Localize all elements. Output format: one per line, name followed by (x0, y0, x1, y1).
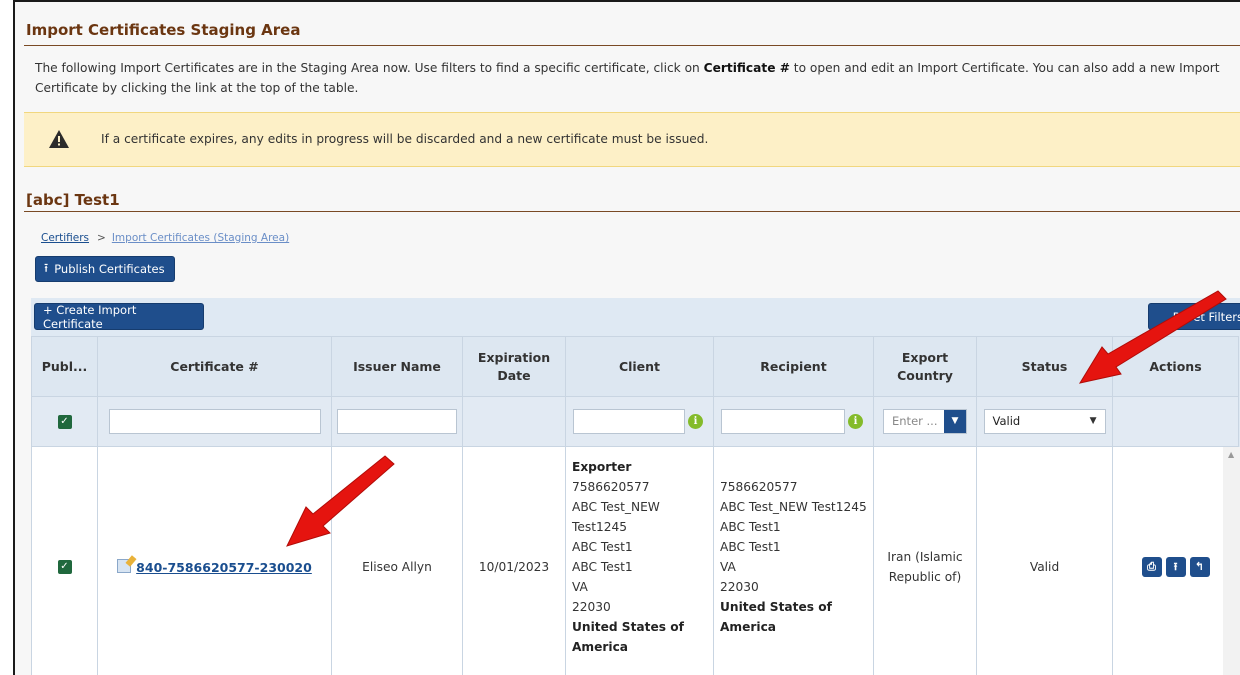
table-header-row: Publ... Certificate # Issuer Name Expira… (31, 336, 1239, 397)
title-divider (24, 45, 1240, 46)
chevron-down-icon[interactable]: ▼ (944, 410, 966, 433)
client-line: 22030 (572, 600, 611, 614)
recipient-country: United States of America (720, 600, 832, 634)
header-issuer[interactable]: Issuer Name (331, 336, 463, 397)
certificate-number-link[interactable]: 840-7586620577-230020 (136, 560, 312, 575)
intro-text-part1: The following Import Certificates are in… (35, 61, 704, 75)
recipient-line: 7586620577 (720, 480, 798, 494)
app-frame: Import Certificates Staging Area The fol… (13, 0, 1240, 675)
issuer-filter-input[interactable] (337, 409, 457, 434)
status-filter-select[interactable]: Valid ▼ (983, 409, 1106, 434)
edit-document-icon (117, 558, 132, 573)
client-line: 7586620577 (572, 480, 650, 494)
certificates-table: Publ... Certificate # Issuer Name Expira… (31, 336, 1239, 675)
expiry-alert: If a certificate expires, any edits in p… (24, 112, 1240, 167)
scroll-up-icon[interactable]: ▲ (1228, 450, 1234, 459)
expiration-filter-empty (462, 396, 566, 447)
status-cell: Valid (976, 446, 1113, 675)
recipient-filter-input[interactable] (721, 409, 845, 434)
actions-filter-empty (1112, 396, 1239, 447)
client-line: ABC Test1 (572, 560, 633, 574)
warning-icon (49, 130, 69, 148)
intro-text: The following Import Certificates are in… (35, 58, 1230, 98)
info-icon[interactable]: i (848, 414, 863, 429)
issuer-cell: Eliseo Allyn (331, 446, 463, 675)
expiration-cell: 10/01/2023 (462, 446, 566, 675)
alert-message: If a certificate expires, any edits in p… (101, 132, 709, 146)
create-button-label: + Create Import Certificate (43, 302, 137, 331)
breadcrumb-current[interactable]: Import Certificates (Staging Area) (112, 232, 289, 244)
actions-cell: ⎙ ⭱ ↰ (1112, 446, 1239, 675)
header-export-country[interactable]: Export Country (873, 336, 977, 397)
client-line: ABC Test_NEW (572, 500, 660, 514)
table-scrollbar[interactable]: ▲ (1223, 447, 1240, 675)
client-role: Exporter (572, 460, 632, 474)
recipient-line: 22030 (720, 580, 759, 594)
page-title: Import Certificates Staging Area (26, 21, 301, 39)
published-row-checkbox[interactable]: ✓ (57, 559, 72, 574)
export-country-cell: Iran (Islamic Republic of) (873, 446, 977, 675)
upload-icon[interactable]: ⭱ (1165, 556, 1186, 577)
return-icon[interactable]: ↰ (1189, 556, 1210, 577)
upload-icon: ⭱ (44, 260, 49, 275)
recipient-line: ABC Test1 (720, 540, 781, 554)
published-filter-checkbox[interactable]: ✓ (57, 414, 72, 429)
breadcrumb-certifiers[interactable]: Certifiers (41, 232, 89, 244)
table-row: ✓ 840-7586620577-230020 Eliseo Allyn 10/… (31, 446, 1239, 675)
export-country-placeholder: Enter ... (892, 414, 938, 428)
recipient-line: ABC Test1 (720, 520, 781, 534)
client-filter-input[interactable] (573, 409, 685, 434)
certificate-filter-input[interactable] (108, 409, 321, 434)
header-status[interactable]: Status (976, 336, 1113, 397)
breadcrumb-separator: > (97, 232, 106, 244)
section-title: [abc] Test1 (26, 191, 120, 209)
header-recipient[interactable]: Recipient (713, 336, 874, 397)
header-certificate[interactable]: Certificate # (97, 336, 332, 397)
certificates-table-panel: + Create Import Certificate Reset Filter… (31, 298, 1240, 675)
reset-button-label: Reset Filters (1172, 309, 1240, 324)
pdf-icon[interactable]: ⎙ (1141, 556, 1162, 577)
chevron-down-icon: ▼ (1089, 416, 1097, 426)
breadcrumb: Certifiers > Import Certificates (Staging … (41, 232, 289, 244)
reset-filters-button[interactable]: Reset Filters (1148, 303, 1240, 330)
section-divider (24, 211, 1240, 212)
intro-text-bold: Certificate # (703, 61, 790, 75)
filter-row: ✓ i i Enter ... ▼ Valid ▼ (31, 396, 1239, 447)
header-actions: Actions (1112, 336, 1239, 397)
publish-button-label: Publish Certificates (54, 262, 165, 276)
client-line: ABC Test1 (572, 540, 633, 554)
header-expiration[interactable]: Expiration Date (462, 336, 566, 397)
client-line: Test1245 (572, 520, 628, 534)
header-client[interactable]: Client (565, 336, 714, 397)
recipient-line: ABC Test_NEW Test1245 (720, 500, 867, 514)
info-icon[interactable]: i (688, 414, 703, 429)
status-filter-value: Valid (992, 414, 1021, 428)
export-country-filter-select[interactable]: Enter ... ▼ (883, 409, 967, 434)
publish-certificates-button[interactable]: ⭱ Publish Certificates (35, 256, 175, 282)
header-published[interactable]: Publ... (31, 336, 98, 397)
client-line: VA (572, 580, 588, 594)
recipient-line: VA (720, 560, 736, 574)
recipient-cell: 7586620577 ABC Test_NEW Test1245 ABC Tes… (713, 446, 874, 675)
create-import-certificate-button[interactable]: + Create Import Certificate (34, 302, 204, 331)
client-cell: Exporter 7586620577 ABC Test_NEW Test124… (565, 446, 714, 675)
client-country: United States of America (572, 620, 684, 654)
page-content: Import Certificates Staging Area The fol… (15, 2, 1240, 675)
